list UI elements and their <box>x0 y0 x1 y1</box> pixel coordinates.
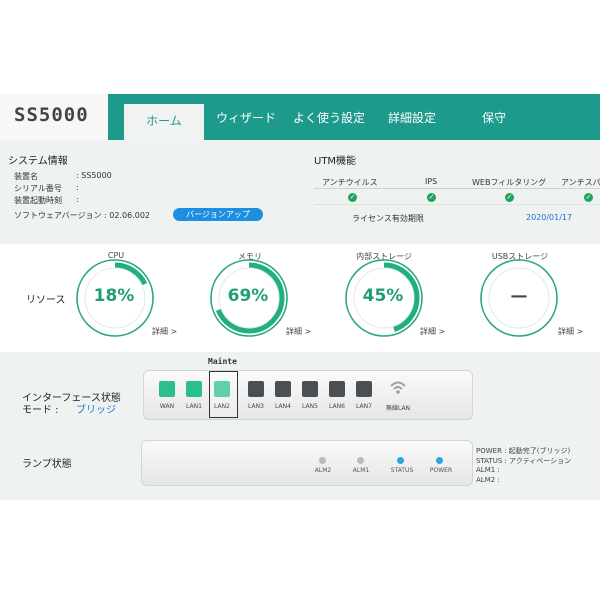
usb-storage-detail-link[interactable]: 詳細 > <box>558 326 583 337</box>
alm2-lamp-icon <box>319 457 326 464</box>
port-label-lan4: LAN4 <box>275 403 291 410</box>
firmware-version: ソフトウェアバージョン : 02.06.002 <box>14 211 151 220</box>
brand-logo: SS5000 <box>0 94 108 141</box>
lamp-legend-status: STATUS : アクティベーション <box>476 457 572 465</box>
system-info-title: システム情報 <box>8 156 68 167</box>
wan-port-icon[interactable] <box>159 381 175 397</box>
lamp-panel <box>141 440 473 486</box>
mode-label: モード : <box>22 405 59 416</box>
mode-value: ブリッジ <box>76 405 116 416</box>
wifi-icon[interactable] <box>389 379 407 397</box>
serial-label: シリアル番号 <box>14 184 62 193</box>
lamp-legend-power: POWER : 起動完了(ブリッジ) <box>476 447 571 455</box>
port-label-lan5: LAN5 <box>302 403 318 410</box>
lamp-label-alm2: ALM2 <box>314 467 332 474</box>
tab-advanced-settings[interactable]: 詳細設定 <box>378 94 446 140</box>
gauge-value-usb-storage: — <box>510 286 528 306</box>
lan1-port-icon[interactable] <box>186 381 202 397</box>
license-label: ライセンス有効期限 <box>352 214 424 223</box>
gauge-value-memory: 69% <box>227 286 269 306</box>
gauge-label-cpu: CPU <box>107 251 125 260</box>
gauge-value-cpu: 18% <box>93 286 135 306</box>
utm-col-antivirus: アンチウイルス <box>322 178 378 187</box>
boot-time-label: 装置起動時刻 <box>14 196 62 205</box>
lan3-port-icon[interactable] <box>248 381 264 397</box>
tab-home[interactable]: ホーム <box>124 104 204 140</box>
serial-value: : <box>76 183 79 192</box>
status-lamp-icon <box>397 457 404 464</box>
gauge-label-internal-storage: 内部ストレージ <box>356 252 412 261</box>
lamp-title: ランプ状態 <box>22 459 72 470</box>
gauge-value-internal-storage: 45% <box>362 286 404 306</box>
lan7-port-icon[interactable] <box>356 381 372 397</box>
web-filter-check-icon: ✓ <box>505 193 514 202</box>
port-label-lan1: LAN1 <box>186 403 202 410</box>
alm1-lamp-icon <box>357 457 364 464</box>
antispam-check-icon: ✓ <box>584 193 593 202</box>
firmware-update-button[interactable]: バージョンアップ <box>173 208 263 221</box>
utm-col-ips: IPS <box>425 177 438 186</box>
port-tooltip: Mainte <box>208 357 237 366</box>
power-lamp-icon <box>436 457 443 464</box>
utm-title: UTM機能 <box>314 156 357 167</box>
port-label-lan6: LAN6 <box>329 403 345 410</box>
ips-check-icon: ✓ <box>427 193 436 202</box>
lamp-label-power: POWER <box>429 467 453 474</box>
lamp-label-alm1: ALM1 <box>352 467 370 474</box>
tab-common-settings[interactable]: よく使う設定 <box>288 94 370 140</box>
device-name-value: : SS5000 <box>76 171 112 180</box>
antivirus-check-icon: ✓ <box>348 193 357 202</box>
gauge-label-usb-storage: USBストレージ <box>491 252 549 261</box>
gauge-label-memory: メモリ <box>238 252 262 261</box>
lamp-label-status: STATUS <box>390 467 414 474</box>
port-label-lan2: LAN2 <box>214 403 230 410</box>
tab-wizard[interactable]: ウィザード <box>210 94 282 140</box>
boot-time-value: : <box>76 195 79 204</box>
lan4-port-icon[interactable] <box>275 381 291 397</box>
port-label-lan3: LAN3 <box>248 403 264 410</box>
port-label-wan: WAN <box>159 403 175 410</box>
memory-detail-link[interactable]: 詳細 > <box>286 326 311 337</box>
utm-col-web-filter: WEBフィルタリング <box>472 178 547 187</box>
license-date[interactable]: 2020/01/17 <box>526 213 572 222</box>
lamp-legend-alm1: ALM1 : <box>476 466 500 474</box>
lamp-legend-alm2: ALM2 : <box>476 476 500 484</box>
device-name-label: 装置名 <box>14 172 38 181</box>
cpu-detail-link[interactable]: 詳細 > <box>152 326 177 337</box>
brand-name: SS5000 <box>14 104 89 126</box>
tab-maintenance[interactable]: 保守 <box>464 94 524 140</box>
utm-col-antispam: アンチスパム <box>561 178 600 187</box>
utm-divider-2 <box>314 204 600 205</box>
internal-storage-detail-link[interactable]: 詳細 > <box>420 326 445 337</box>
utm-divider <box>314 188 600 189</box>
port-label-wireless: 無線LAN <box>385 405 411 412</box>
lan6-port-icon[interactable] <box>329 381 345 397</box>
port-label-lan7: LAN7 <box>356 403 372 410</box>
selected-port-highlight <box>209 371 238 418</box>
lan5-port-icon[interactable] <box>302 381 318 397</box>
system-info-section <box>0 140 600 244</box>
